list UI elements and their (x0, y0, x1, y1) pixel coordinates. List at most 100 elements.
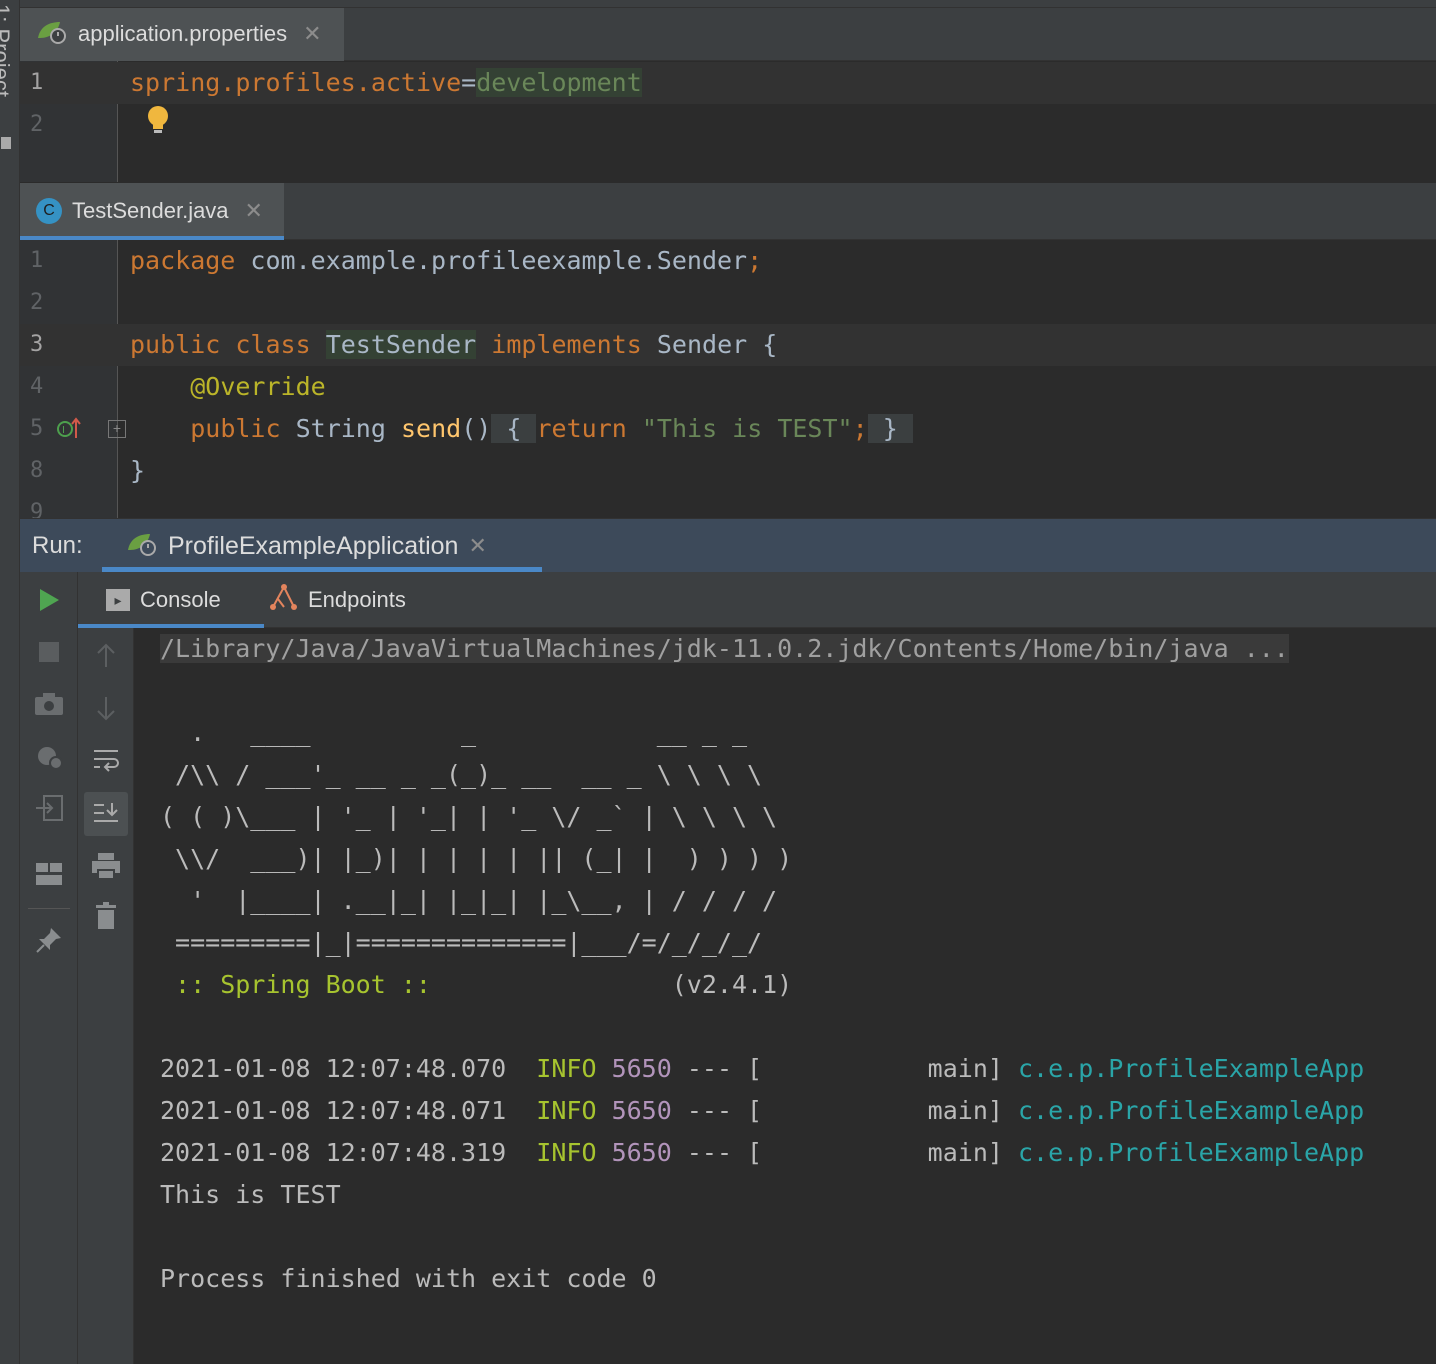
trash-icon[interactable] (86, 896, 126, 936)
console-output[interactable]: /Library/Java/JavaVirtualMachines/jdk-11… (160, 628, 1436, 1364)
code-text: spring.profiles.active=development (130, 62, 642, 104)
banner-line: /\\ / ___'_ __ _ _(_)_ __ __ _ \ \ \ \ (160, 760, 763, 789)
code-line: 1 package com.example.profileexample.Sen… (20, 240, 1436, 282)
log-line: 2021-01-08 12:07:48.319 INFO 5650 --- [ … (160, 1132, 1364, 1174)
toolbar-separator (28, 908, 70, 909)
log-timestamp: 2021-01-08 12:07:48.070 (160, 1054, 507, 1083)
property-value: development (476, 68, 642, 97)
banner-line: =========|_|==============|___/=/_/_/_/ (160, 928, 763, 957)
project-tool-button[interactable]: 1: Project (0, 4, 14, 97)
class-name: TestSender (325, 330, 477, 359)
package-name: com.example.profileexample.Sender (235, 246, 748, 275)
log-thread: main] (762, 1138, 1003, 1167)
java-editor[interactable]: 1 package com.example.profileexample.Sen… (20, 240, 1436, 518)
line-number: 4 (30, 374, 44, 399)
code-text: } (130, 450, 145, 492)
soft-wrap-icon[interactable] (86, 740, 126, 780)
semicolon: ; (747, 246, 763, 275)
tab-endpoints[interactable]: Endpoints (268, 572, 406, 628)
program-output: This is TEST (160, 1180, 341, 1209)
code-line: 9 (20, 492, 1436, 518)
log-thread: main] (762, 1096, 1003, 1125)
lightbulb-icon[interactable] (146, 104, 170, 141)
keyword: public (190, 414, 281, 443)
log-logger: c.e.p.ProfileExampleApp (1018, 1096, 1365, 1125)
run-tool-header: Run: ProfileExampleApplication ✕ (20, 518, 1436, 572)
tab-console[interactable]: ▸ Console (106, 572, 221, 628)
property-key: spring.profiles.active (130, 68, 462, 97)
svg-text:I: I (62, 425, 65, 436)
log-line: 2021-01-08 12:07:48.071 INFO 5650 --- [ … (160, 1090, 1364, 1132)
log-pid: 5650 (611, 1096, 672, 1125)
keyword: implements (491, 330, 642, 359)
type-name: String (295, 414, 386, 443)
arrow-down-icon[interactable] (86, 688, 126, 728)
top-edge-bar (20, 0, 1436, 8)
camera-icon[interactable] (29, 684, 69, 724)
log-pid: 5650 (611, 1138, 672, 1167)
code-text: package com.example.profileexample.Sende… (130, 240, 762, 282)
properties-editor[interactable]: 1 spring.profiles.active=development 2 (20, 61, 1436, 182)
semicolon: ; (852, 414, 868, 443)
brace: } (882, 414, 898, 443)
spring-boot-label: :: Spring Boot :: (160, 970, 446, 999)
implements-method-icon[interactable]: I (56, 416, 82, 445)
line-number: 9 (30, 500, 44, 518)
annotation: @Override (190, 372, 326, 401)
banner-line: . ____ _ __ _ _ (160, 718, 747, 747)
line-number: 1 (30, 70, 44, 95)
run-label: Run: (32, 532, 83, 559)
scroll-to-end-button[interactable] (84, 792, 128, 836)
log-logger: c.e.p.ProfileExampleApp (1018, 1138, 1365, 1167)
layout-icon[interactable] (29, 854, 69, 894)
arrow-up-icon[interactable] (86, 636, 126, 676)
close-icon[interactable]: ✕ (245, 198, 263, 224)
banner-line: ( ( )\___ | '_ | '_| | '_ \/ _` | \ \ \ … (160, 802, 778, 831)
log-separator: --- [ (671, 1054, 763, 1083)
stop-button[interactable] (29, 632, 69, 672)
spring-boot-icon (126, 530, 158, 563)
tab-label: application.properties (78, 21, 288, 46)
line-number: 2 (30, 290, 44, 315)
banner-line: \\/ ___)| |_)| | | | | || (_| | ) ) ) ) (160, 844, 793, 873)
login-arrow-icon[interactable] (29, 788, 69, 828)
brace: } (130, 456, 146, 485)
code-line: 3 public class TestSender implements Sen… (20, 324, 1436, 366)
print-icon[interactable] (86, 846, 126, 886)
line-number: 8 (30, 458, 44, 483)
run-toolbar (20, 572, 78, 1364)
fold-expand-icon[interactable]: + (108, 420, 126, 438)
line-number: 1 (30, 248, 44, 273)
keyword: public (130, 330, 221, 359)
close-icon[interactable]: ✕ (468, 533, 486, 559)
code-line: 5 I + public String send() { return "Thi… (20, 408, 1436, 450)
run-configuration-tab[interactable]: ProfileExampleApplication ✕ (102, 519, 511, 573)
code-text: public class TestSender implements Sende… (130, 324, 777, 366)
rerun-button[interactable] (29, 580, 69, 620)
code-text: public String send() { return "This is T… (130, 408, 913, 450)
code-line: 2 (20, 282, 1436, 324)
pin-icon[interactable] (29, 920, 69, 960)
log-logger: c.e.p.ProfileExampleApp (1018, 1054, 1365, 1083)
project-tool-marker (1, 137, 11, 149)
log-level: INFO (536, 1096, 597, 1125)
endpoints-icon (268, 583, 298, 617)
keyword: package (130, 246, 236, 275)
java-class-icon: C (36, 198, 62, 224)
tab-testsender-java[interactable]: C TestSender.java ✕ (20, 183, 284, 239)
tab-application-properties[interactable]: application.properties ✕ (20, 8, 344, 60)
process-finished-message: Process finished with exit code 0 (160, 1264, 657, 1293)
java-command[interactable]: /Library/Java/JavaVirtualMachines/jdk-11… (160, 634, 1289, 663)
close-icon[interactable]: ✕ (303, 21, 321, 47)
run-tab-label: ProfileExampleApplication (168, 531, 459, 560)
line-number: 2 (30, 112, 44, 137)
keyword: return (536, 414, 627, 443)
debug-settings-icon[interactable] (29, 736, 69, 776)
run-subtabs: ▸ Console Endpoints (78, 572, 1436, 628)
code-line: 8 } (20, 450, 1436, 492)
code-line: 1 spring.profiles.active=development (20, 62, 1436, 104)
code-line: 2 (20, 104, 1436, 146)
log-level: INFO (536, 1138, 597, 1167)
tab-label: Console (140, 587, 221, 612)
code-text: @Override (130, 366, 326, 408)
